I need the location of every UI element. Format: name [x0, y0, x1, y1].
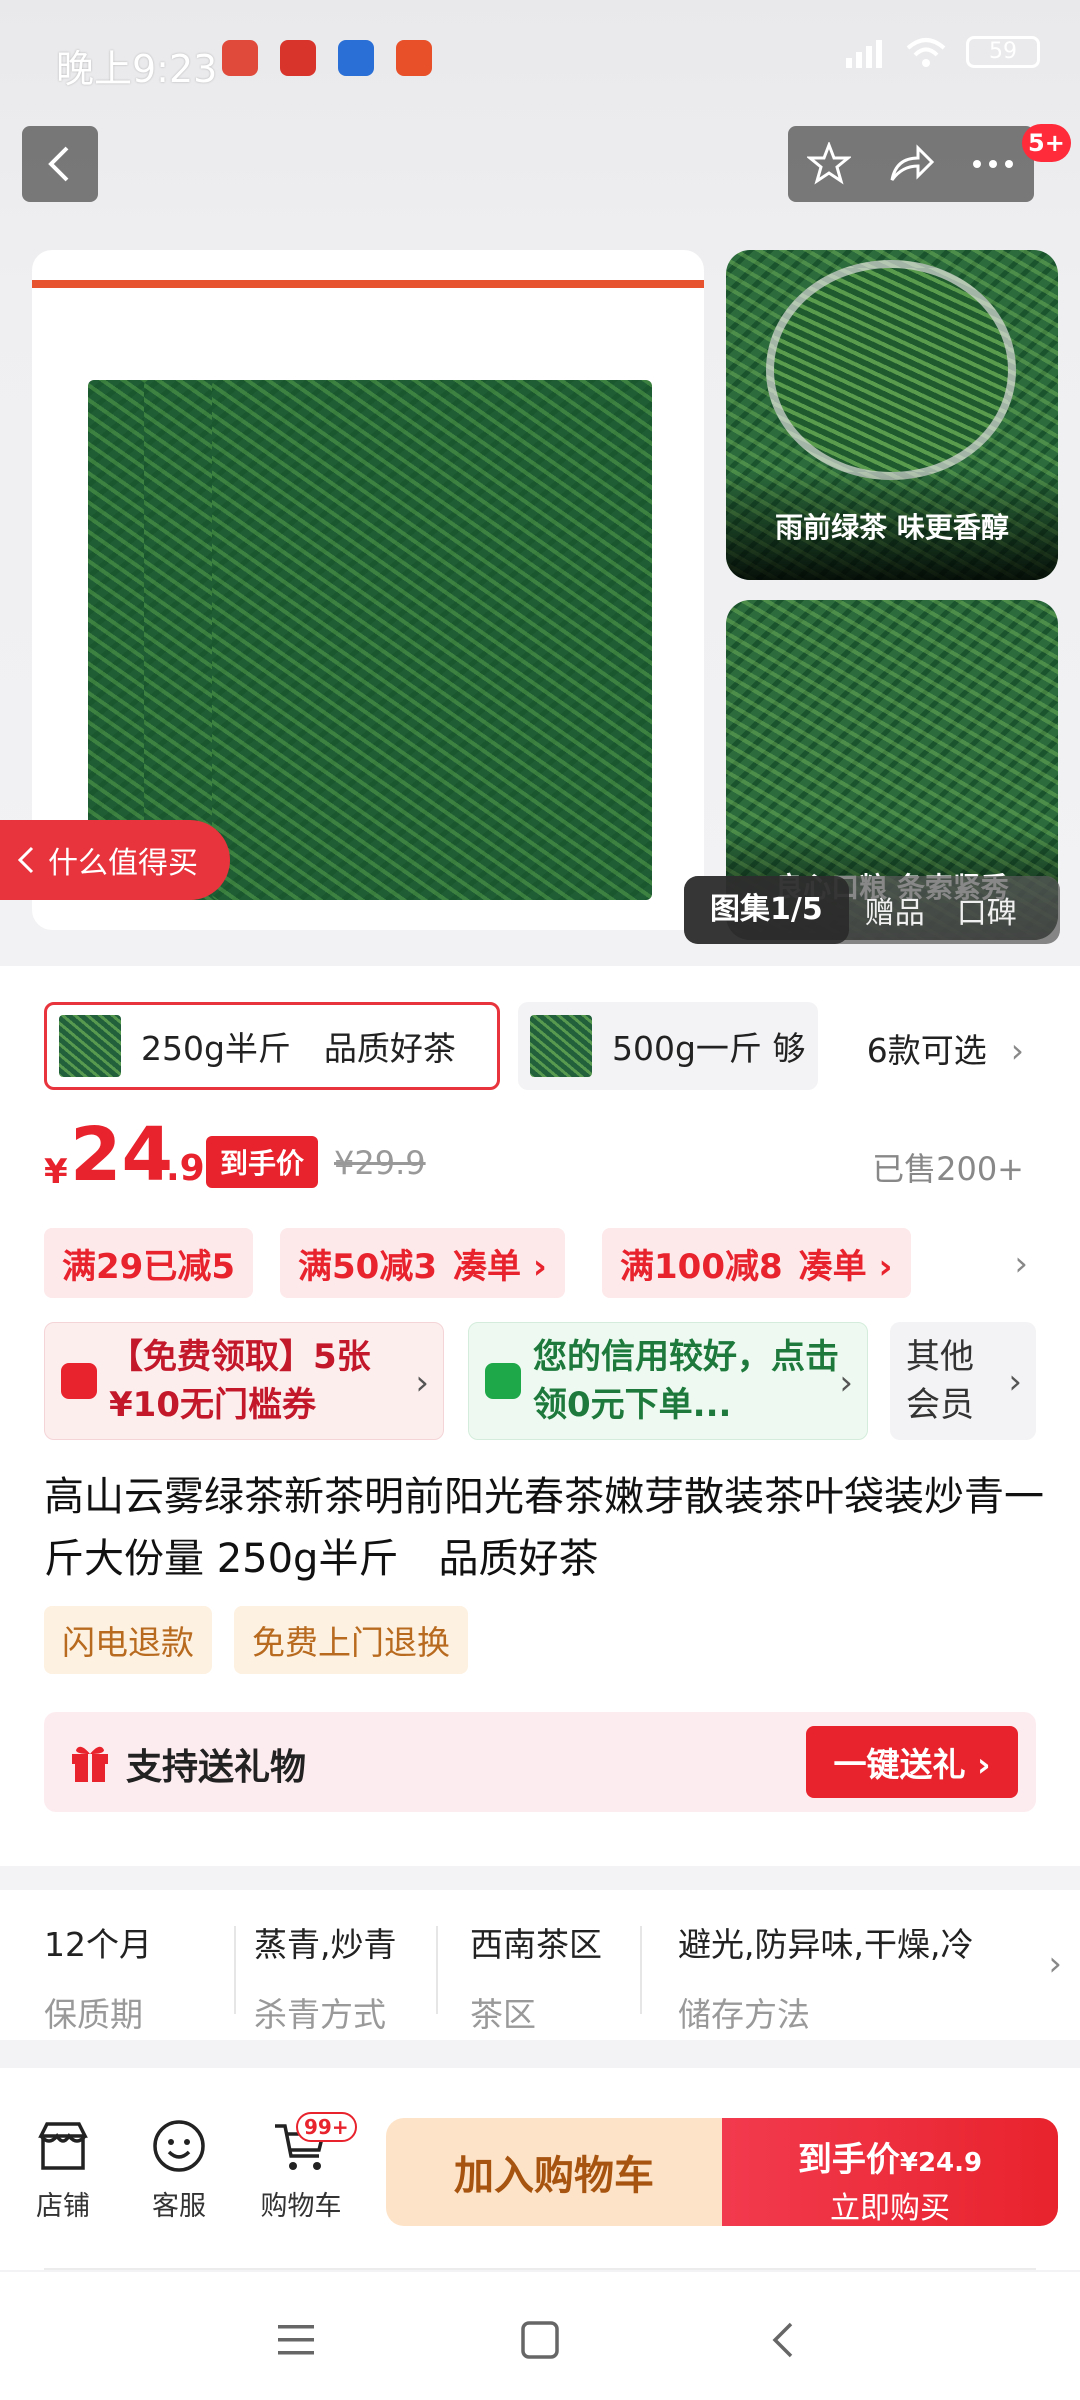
gift-text: 支持送礼物 [126, 1747, 307, 1788]
chevron-right-icon[interactable]: › [1014, 1244, 1028, 1284]
sku-selector: 250g半斤 品质好茶 500g一斤 够 6款可选 › [44, 1002, 1044, 1092]
tab-gallery[interactable]: 图集1/5 [684, 876, 849, 944]
taobao-app-icon [396, 40, 432, 76]
attribute-tea-region: 西南茶区 茶区 [470, 1925, 602, 2034]
system-navigation-bar [0, 2272, 1080, 2400]
chevron-left-icon [17, 846, 34, 874]
shop-icon [38, 2122, 88, 2170]
smile-chat-icon [153, 2120, 205, 2172]
chevron-right-icon: › [839, 1363, 853, 1403]
status-time: 晚上9:23 [56, 47, 218, 91]
back-button[interactable] [22, 126, 98, 202]
sku-thumbnail [530, 1015, 592, 1077]
product-title: 高山云雾绿茶新茶明前阳光春茶嫩芽散装茶叶袋装炒青一斤大份量 250g半斤 品质好… [44, 1474, 1044, 1582]
home-square-icon [521, 2321, 559, 2359]
coupon-row: 【免费领取】5张¥10无门槛券 › 您的信用较好，点击领0元下单... › 其他… [44, 1322, 1044, 1442]
buy-now-price: 到手价¥24.9 [797, 2140, 983, 2180]
status-app-icons [222, 40, 432, 76]
price-row: ¥ 24 .9 到手价 ¥29.9 已售200+ [44, 1112, 1044, 1202]
smzdm-app-icon [280, 40, 316, 76]
other-membership[interactable]: 其他会员 › [890, 1322, 1036, 1440]
promo-item[interactable]: 满100减8 凑单 › [602, 1228, 911, 1298]
attribute-divider [436, 1926, 438, 2014]
coupon-credit-order[interactable]: 您的信用较好，点击领0元下单... › [468, 1322, 868, 1440]
tea-bowl-image [766, 260, 1016, 480]
menu-nav-button[interactable] [266, 2312, 326, 2368]
currency-symbol: ¥ [44, 1152, 68, 1192]
attribute-storage: 避光,防异味,干燥,冷 储存方法 [678, 1925, 974, 2034]
bottom-action-bar: 店铺 客服 99+ 购物车 加入购物车 到手价¥24.9 立即购买 [0, 2068, 1080, 2270]
promo-item[interactable]: 满50减3 凑单 › [280, 1228, 565, 1298]
divider [44, 2268, 1036, 2270]
status-right: 59 [826, 36, 1040, 68]
shopping-bag-icon [485, 1363, 521, 1399]
product-info-card: 250g半斤 品质好茶 500g一斤 够 6款可选 › ¥ 24 .9 到手价 ¥… [0, 966, 1080, 1866]
battery-indicator: 59 [966, 36, 1040, 68]
sku-option-250g[interactable]: 250g半斤 品质好茶 [44, 1002, 500, 1090]
gallery-tabs: 图集1/5 赠品 口碑 [684, 876, 1060, 944]
back-nav-button[interactable] [754, 2312, 814, 2368]
service-tag[interactable]: 闪电退款 [44, 1606, 212, 1674]
tab-reviews[interactable]: 口碑 [941, 888, 1033, 932]
original-price: ¥29.9 [334, 1144, 426, 1182]
notification-badge: 5+ [1022, 124, 1071, 162]
attribute-fixing-method: 蒸青,炒青 杀青方式 [254, 1925, 397, 2034]
shop-button[interactable]: 店铺 [18, 2116, 108, 2223]
service-tag[interactable]: 免费上门退换 [234, 1606, 468, 1674]
add-to-cart-button[interactable]: 加入购物车 [386, 2118, 722, 2226]
sku-more-options[interactable]: 6款可选 › [867, 1024, 1024, 1072]
attribute-divider [640, 1926, 642, 2014]
alarm-icon [222, 40, 258, 76]
send-gift-button[interactable]: 一键送礼 › [806, 1726, 1018, 1798]
attribute-shelf-life: 12个月 保质期 [44, 1925, 152, 2034]
promo-item[interactable]: 满29已减5 [44, 1228, 253, 1298]
sold-count: 已售200+ [872, 1150, 1024, 1188]
menu-icon [278, 2325, 314, 2355]
buy-now-label: 立即购买 [830, 2191, 950, 2226]
promotions-row[interactable]: 满29已减5 满50减3 凑单 › 满100减8 凑单 › › [44, 1228, 1044, 1300]
product-attributes[interactable]: 12个月 保质期 蒸青,炒青 杀青方式 西南茶区 茶区 避光,防异味,干燥,冷 … [0, 1890, 1080, 2040]
sku-option-500g[interactable]: 500g一斤 够 [518, 1002, 818, 1090]
product-gallery[interactable]: 晚上9:23 59 5+ 雨前绿茶 味更香醇 什么值得买 图集1/5 赠品 口碑 [0, 0, 1080, 966]
service-tags: 闪电退款 免费上门退换 [44, 1606, 468, 1674]
cart-button[interactable]: 99+ 购物车 [256, 2112, 357, 2223]
gift-icon [72, 1746, 108, 1782]
side-image-bowl[interactable]: 雨前绿茶 味更香醇 [726, 250, 1058, 580]
chevron-right-icon: › [415, 1363, 429, 1403]
bag-seal-strip [32, 280, 704, 288]
cart-count-badge: 99+ [296, 2112, 357, 2142]
buy-now-button[interactable]: 到手价¥24.9 立即购买 [722, 2118, 1058, 2226]
price-integer: 24 [70, 1112, 173, 1198]
gift-support-bar[interactable]: 支持送礼物 一键送礼 › [44, 1712, 1036, 1812]
tab-gifts[interactable]: 赠品 [849, 888, 941, 932]
status-bar: 晚上9:23 59 [0, 0, 1080, 120]
signal-icon [846, 40, 882, 68]
sku-thumbnail [59, 1015, 121, 1077]
wifi-icon [906, 38, 946, 67]
final-price-tag: 到手价 [206, 1136, 319, 1188]
attribute-divider [234, 1926, 236, 2014]
app-notification-icon [338, 40, 374, 76]
tea-bag-image [212, 380, 652, 900]
star-favorite-icon[interactable] [806, 142, 851, 186]
chevron-right-icon: › [1008, 1362, 1022, 1402]
worth-tag-label: 什么值得买 [48, 846, 198, 881]
more-icon[interactable] [971, 157, 1015, 171]
side-caption: 雨前绿茶 味更香醇 [726, 470, 1058, 580]
promo-combine-link[interactable]: 凑单 › [453, 1239, 547, 1288]
chevron-left-icon [48, 146, 69, 182]
home-nav-button[interactable] [510, 2312, 570, 2368]
customer-service-button[interactable]: 客服 [134, 2116, 224, 2223]
promo-combine-link[interactable]: 凑单 › [799, 1239, 893, 1288]
chevron-right-icon: › [1010, 1031, 1024, 1070]
share-icon[interactable] [888, 144, 934, 184]
coupon-icon [61, 1363, 97, 1399]
worth-buying-tag[interactable]: 什么值得买 [0, 820, 230, 900]
top-action-group [788, 126, 1034, 202]
chevron-right-icon[interactable]: › [1048, 1944, 1062, 1984]
price-decimal: .9 [166, 1148, 205, 1189]
coupon-free-voucher[interactable]: 【免费领取】5张¥10无门槛券 › [44, 1322, 444, 1440]
back-triangle-icon [772, 2322, 793, 2358]
